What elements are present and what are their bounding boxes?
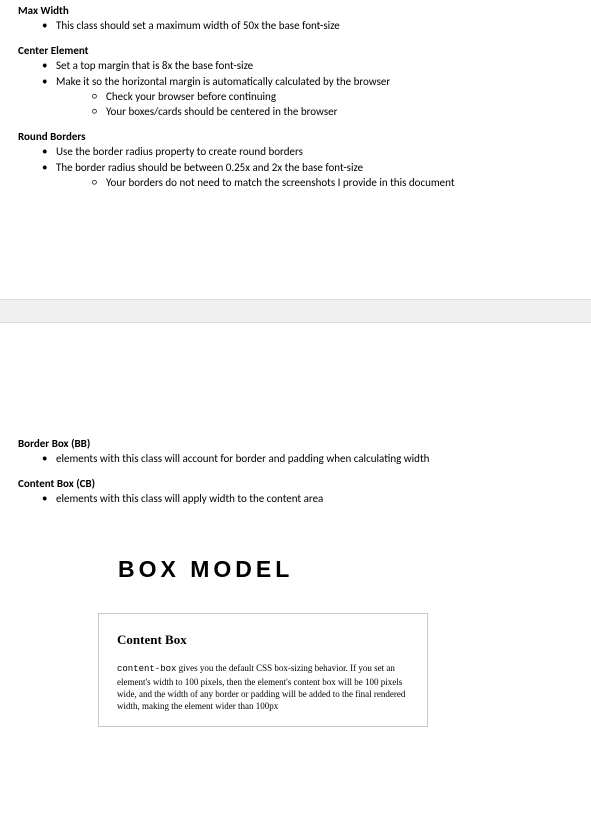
box-model-demo: BOX MODEL Content Box content-box gives … xyxy=(18,556,573,727)
card-title: Content Box xyxy=(117,632,409,648)
heading-round-borders: Round Borders xyxy=(18,130,573,143)
card-code: content-box xyxy=(117,664,176,674)
heading-border-box: Border Box (BB) xyxy=(18,437,573,450)
list-item: Your borders do not need to match the sc… xyxy=(92,176,573,191)
list-item-text: Make it so the horizontal margin is auto… xyxy=(56,75,390,88)
page-2: Border Box (BB) elements with this class… xyxy=(0,323,591,745)
list-item: This class should set a maximum width of… xyxy=(42,19,573,34)
list-item: elements with this class will account fo… xyxy=(42,452,573,467)
list-item: The border radius should be between 0.25… xyxy=(42,161,573,191)
sublist-round-borders: Your borders do not need to match the sc… xyxy=(56,176,573,191)
heading-content-box: Content Box (CB) xyxy=(18,477,573,490)
page-separator xyxy=(0,299,591,323)
list-item: Use the border radius property to create… xyxy=(42,145,573,160)
heading-max-width: Max Width xyxy=(18,4,573,17)
sublist-center-element: Check your browser before continuing You… xyxy=(56,90,573,121)
list-round-borders: Use the border radius property to create… xyxy=(18,145,573,191)
list-item: Set a top margin that is 8x the base fon… xyxy=(42,59,573,74)
list-max-width: This class should set a maximum width of… xyxy=(18,19,573,34)
list-item: Make it so the horizontal margin is auto… xyxy=(42,75,573,121)
list-item: Your boxes/cards should be centered in t… xyxy=(92,105,573,120)
list-item: elements with this class will apply widt… xyxy=(42,492,573,507)
list-center-element: Set a top margin that is 8x the base fon… xyxy=(18,59,573,120)
content-box-card: Content Box content-box gives you the de… xyxy=(98,613,428,727)
list-content-box: elements with this class will apply widt… xyxy=(18,492,573,507)
list-item: Check your browser before continuing xyxy=(92,90,573,105)
page-bottom-space xyxy=(18,201,573,281)
heading-center-element: Center Element xyxy=(18,44,573,57)
list-border-box: elements with this class will account fo… xyxy=(18,452,573,467)
box-model-title: BOX MODEL xyxy=(118,556,573,583)
list-item-text: The border radius should be between 0.25… xyxy=(56,161,363,174)
card-body: content-box gives you the default CSS bo… xyxy=(117,662,409,712)
page-1: Max Width This class should set a maximu… xyxy=(0,4,591,299)
